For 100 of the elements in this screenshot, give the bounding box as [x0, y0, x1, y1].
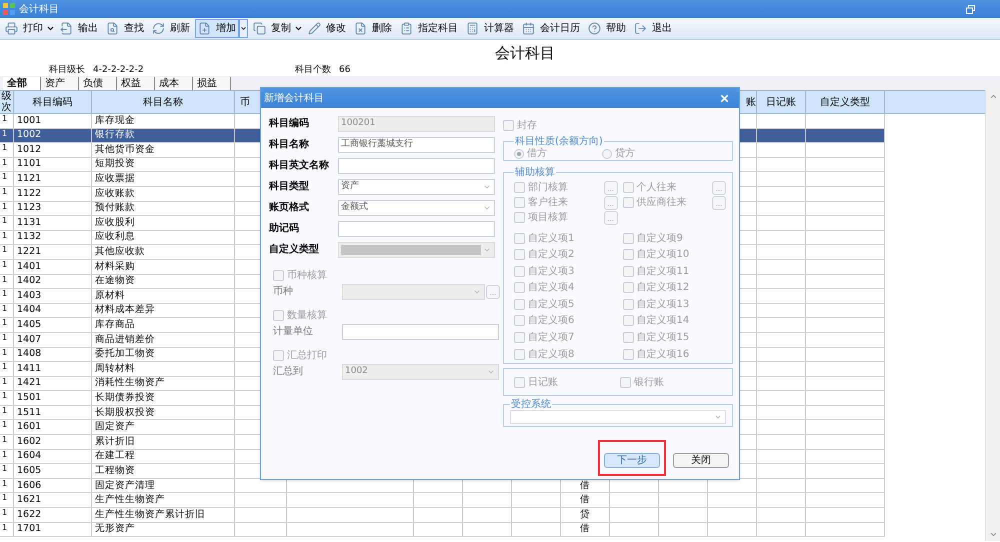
column-header[interactable]: 级次: [2, 91, 12, 113]
toolbar-button[interactable]: 帮助: [585, 19, 629, 38]
checkbox-label: 自定义项16: [636, 348, 690, 362]
checkbox[interactable]: [622, 298, 634, 310]
checkbox[interactable]: [503, 120, 514, 130]
field-label: 自定义类型: [269, 242, 320, 257]
checkbox[interactable]: [622, 315, 634, 326]
table-cell: 1: [2, 128, 8, 139]
input-field[interactable]: [342, 324, 499, 340]
checkbox-label: 自定义项9: [636, 232, 683, 246]
checkbox[interactable]: [514, 182, 525, 193]
table-cell: 1: [2, 143, 8, 154]
checkbox[interactable]: [622, 266, 634, 277]
column-header[interactable]: 币: [240, 94, 250, 110]
checkbox-label: 汇总打印: [287, 348, 327, 362]
table-cell: 1401: [17, 260, 42, 274]
table-row[interactable]: 1 1701 无形资产 借: [0, 522, 885, 538]
input-field[interactable]: [338, 220, 495, 236]
table-row[interactable]: 1 1621 生产性生物资产 借: [0, 493, 885, 508]
close-icon[interactable]: [719, 92, 730, 104]
toolbar-button[interactable]: 增加: [195, 19, 239, 38]
checkbox[interactable]: [514, 266, 525, 277]
checkbox[interactable]: [622, 348, 634, 360]
tab[interactable]: 权益: [117, 77, 155, 90]
table-cell: 1: [2, 391, 8, 402]
column-header[interactable]: 自定义类型: [820, 94, 870, 110]
table-cell-text: 周转材料: [95, 362, 135, 376]
checkbox[interactable]: [514, 282, 525, 294]
checkbox[interactable]: [622, 197, 634, 208]
table-cell-text: 1132: [17, 230, 42, 244]
scrollbar[interactable]: [985, 90, 1000, 541]
column-header[interactable]: 日记账: [766, 94, 796, 110]
checkbox[interactable]: [620, 376, 631, 388]
scroll-up-icon[interactable]: [988, 92, 998, 101]
table-cell: 1408: [17, 347, 42, 362]
copy-icon: [253, 22, 266, 35]
input-field[interactable]: 工商银行藁城支行: [338, 136, 495, 152]
toolbar-button[interactable]: 查找: [103, 19, 147, 38]
tab[interactable]: 损益: [193, 77, 231, 90]
input-field[interactable]: [338, 158, 495, 174]
toolbar-button[interactable]: 刷新: [149, 19, 193, 38]
toolbar-button[interactable]: 会计日历: [519, 19, 583, 38]
radio-button[interactable]: [602, 148, 612, 158]
table-cell: 1: [2, 186, 8, 197]
checkbox[interactable]: [514, 197, 525, 208]
search-icon: [106, 22, 119, 35]
toolbar-button[interactable]: 退出: [631, 19, 675, 38]
column-header[interactable]: 科目编码: [32, 94, 72, 110]
toolbar-button[interactable]: 输出: [57, 19, 101, 38]
table-cell: 1: [2, 478, 8, 489]
dialog-button[interactable]: 关闭: [673, 453, 729, 468]
checkbox[interactable]: [514, 298, 525, 310]
table-cell: 1407: [17, 332, 42, 347]
checkbox-label: 客户往来: [528, 196, 568, 210]
radio-button[interactable]: [514, 148, 524, 158]
checkbox-label: 银行账: [634, 376, 664, 390]
checkbox[interactable]: [622, 249, 634, 260]
dropdown-field[interactable]: 资产: [338, 178, 495, 194]
checkbox[interactable]: [514, 315, 525, 326]
checkbox[interactable]: [514, 348, 525, 360]
table-cell: 1121: [17, 172, 42, 186]
caret-icon[interactable]: [46, 24, 55, 33]
checkbox[interactable]: [622, 332, 634, 344]
scroll-down-icon[interactable]: [988, 530, 998, 539]
checkbox[interactable]: [622, 232, 634, 244]
restore-icon[interactable]: [966, 4, 975, 14]
checkbox[interactable]: [622, 182, 634, 193]
tab[interactable]: 负债: [79, 77, 117, 90]
tab[interactable]: 成本: [155, 77, 193, 90]
table-cell: 委托加工物资: [95, 347, 155, 362]
column-header[interactable]: 科目名称: [143, 94, 183, 110]
checkbox[interactable]: [273, 310, 284, 320]
caret-icon[interactable]: [294, 24, 303, 33]
table-cell-text: 银行存款: [95, 128, 135, 142]
tab[interactable]: 全部: [3, 77, 41, 90]
toolbar-button[interactable]: 复制: [250, 19, 294, 38]
toolbar-button[interactable]: 打印: [2, 19, 46, 38]
checkbox[interactable]: [622, 282, 634, 294]
checkbox[interactable]: [514, 332, 525, 344]
dropdown-caret-icon: [714, 413, 722, 421]
dropdown-field[interactable]: [510, 410, 726, 424]
checkbox[interactable]: [514, 212, 525, 223]
toolbar-button[interactable]: 删除: [351, 19, 395, 38]
tab[interactable]: 资产: [41, 77, 79, 90]
checkbox-label: 自定义项2: [528, 248, 574, 262]
toolbar-button[interactable]: 修改: [305, 19, 349, 38]
checkbox[interactable]: [273, 270, 284, 280]
toolbar-button[interactable]: 指定科目: [397, 19, 461, 38]
dialog-button[interactable]: 下一步: [604, 453, 660, 468]
table-cell-text: 1501: [17, 390, 42, 405]
toolbar-button[interactable]: 计算器: [463, 19, 517, 38]
dropdown-field[interactable]: 金额式: [338, 200, 495, 216]
column-header[interactable]: 账: [746, 94, 756, 110]
checkbox[interactable]: [514, 376, 525, 388]
checkbox[interactable]: [273, 350, 284, 360]
checkbox[interactable]: [514, 249, 525, 260]
table-row[interactable]: 1 1622 生产性生物资产累计折旧 贷: [0, 508, 885, 523]
info-label: 科目个数: [295, 64, 331, 77]
table-cell: 固定资产: [95, 420, 135, 434]
checkbox[interactable]: [514, 232, 525, 244]
